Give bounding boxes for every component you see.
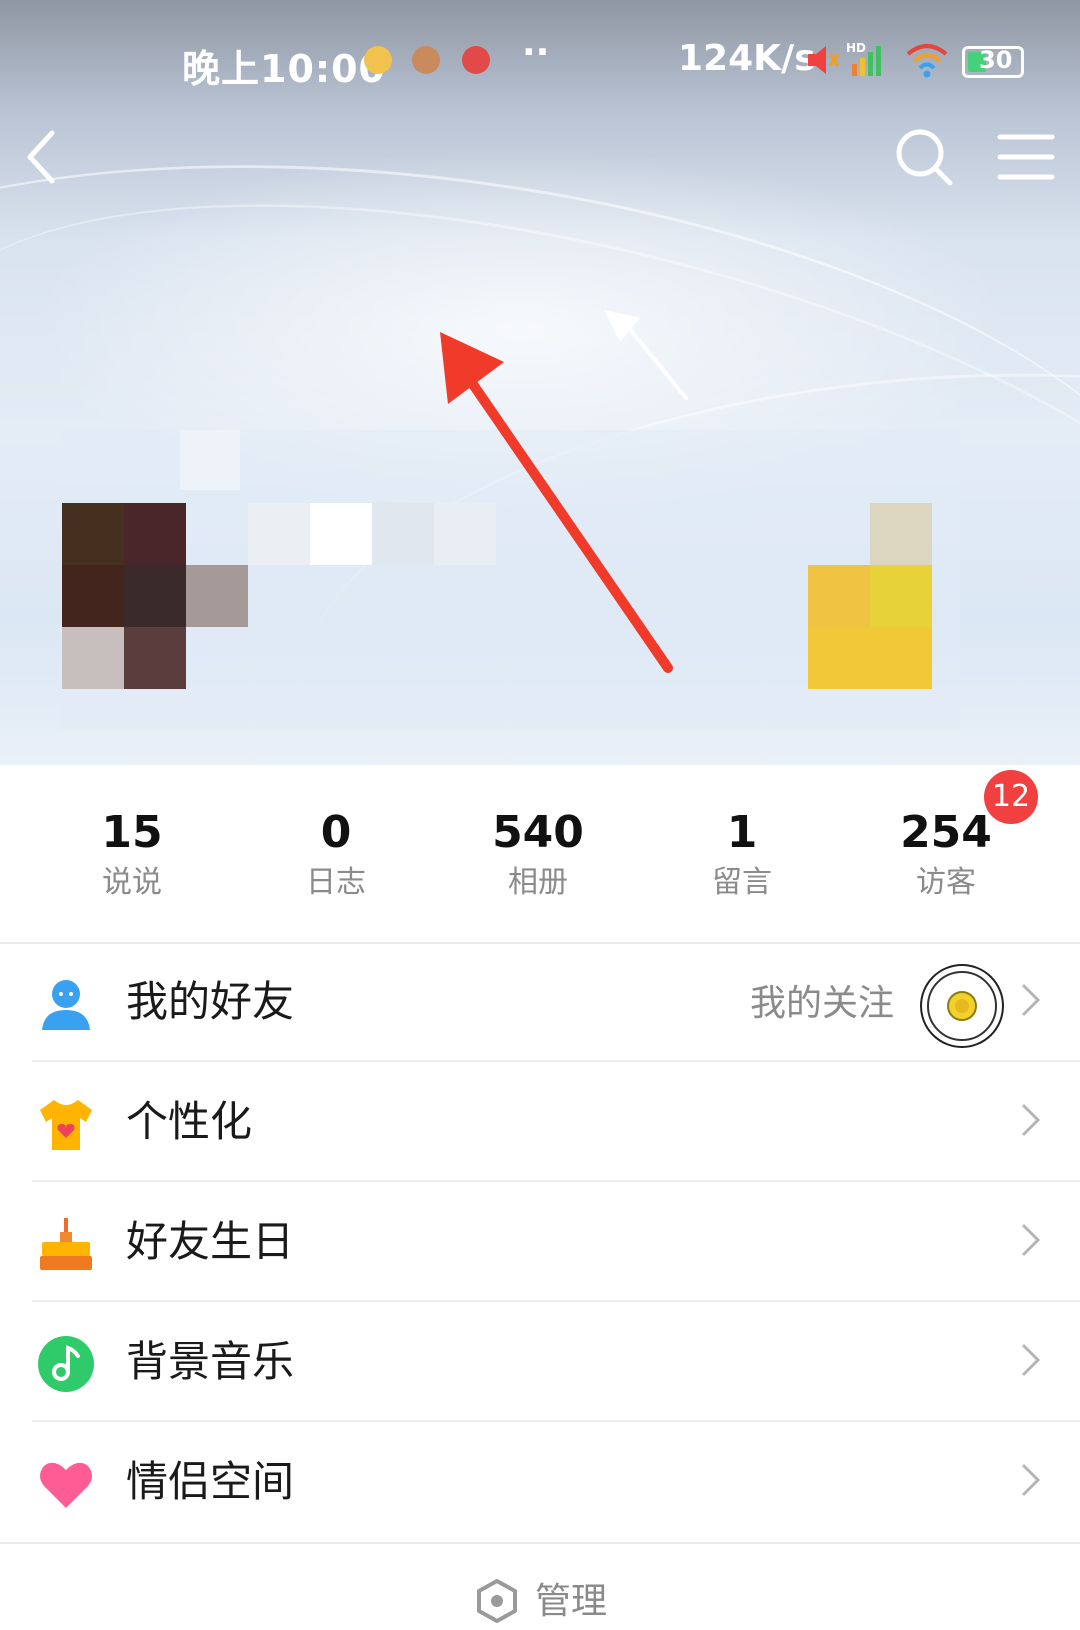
stat-label: 留言 bbox=[712, 865, 772, 900]
visitor-badge: 12 bbox=[984, 770, 1038, 824]
stat-value: 15 bbox=[101, 807, 163, 858]
menu-item-label: 个性化 bbox=[126, 1097, 253, 1146]
row-divider bbox=[32, 1420, 1080, 1422]
stat-value: 1 bbox=[726, 807, 758, 858]
signal-icon: HD bbox=[846, 41, 881, 76]
manage-button[interactable]: 管理 bbox=[0, 1574, 1080, 1623]
stat-liuyan[interactable]: 1 留言 bbox=[652, 805, 832, 905]
stats-bar: 15 说说 0 日志 540 相册 1 留言 254 访客 bbox=[0, 765, 1080, 943]
stat-shuoshuo[interactable]: 15 说说 bbox=[42, 805, 222, 905]
search-button[interactable] bbox=[892, 125, 956, 189]
divider bbox=[0, 1542, 1080, 1544]
menu-item-friends[interactable]: 我的好友 我的关注 bbox=[0, 944, 1080, 1062]
status-time: 晚上10:00 bbox=[182, 47, 386, 91]
row-divider bbox=[32, 1060, 1080, 1062]
app-notification-icon bbox=[364, 46, 392, 74]
mute-icon bbox=[808, 46, 840, 74]
menu-item-birthdays[interactable]: 好友生日 bbox=[0, 1184, 1080, 1302]
battery-level: 30 bbox=[979, 46, 1013, 74]
my-follows-label[interactable]: 我的关注 bbox=[750, 980, 894, 1028]
stat-xiangce[interactable]: 540 相册 bbox=[448, 805, 628, 905]
net-speed: 124K/s bbox=[678, 38, 816, 79]
menu-item-label: 好友生日 bbox=[126, 1217, 295, 1266]
menu-item-personalize[interactable]: 个性化 bbox=[0, 1064, 1080, 1182]
stat-value: 540 bbox=[492, 807, 584, 858]
app-notification-icon bbox=[412, 46, 440, 74]
red-arrow-annotation bbox=[440, 310, 688, 673]
stat-label: 访客 bbox=[916, 865, 976, 900]
app-notification-icon bbox=[462, 46, 490, 74]
stat-value: 0 bbox=[320, 807, 352, 858]
row-divider bbox=[32, 1180, 1080, 1182]
person-icon bbox=[42, 980, 90, 1030]
menu-item-music[interactable]: 背景音乐 bbox=[0, 1304, 1080, 1422]
status-bar: 晚上10:00 ·· 124K/s HD 30 bbox=[0, 32, 1080, 91]
chevron-right-icon bbox=[1022, 1224, 1041, 1256]
music-note-icon bbox=[38, 1336, 94, 1392]
row-divider bbox=[32, 1300, 1080, 1302]
menu-item-couple-space[interactable]: 情侣空间 bbox=[0, 1424, 1080, 1542]
avatar[interactable] bbox=[920, 964, 1004, 1048]
chevron-right-icon bbox=[1022, 1104, 1041, 1136]
sunflower-logo-icon bbox=[927, 971, 997, 1041]
stat-label: 说说 bbox=[102, 865, 162, 900]
chevron-right-icon bbox=[1022, 984, 1041, 1016]
wifi-icon bbox=[906, 44, 948, 78]
cover-banner bbox=[0, 0, 1080, 765]
stat-rizhi[interactable]: 0 日志 bbox=[246, 805, 426, 905]
menu-item-label: 背景音乐 bbox=[126, 1337, 295, 1386]
back-button[interactable] bbox=[14, 125, 78, 189]
settings-hexagon-icon bbox=[477, 1579, 517, 1623]
chevron-right-icon bbox=[1022, 1344, 1041, 1376]
heart-icon bbox=[40, 1462, 92, 1508]
cake-icon bbox=[40, 1218, 92, 1270]
chevron-right-icon bbox=[1022, 1464, 1041, 1496]
more-notifications: ·· bbox=[522, 32, 550, 73]
stat-label: 相册 bbox=[508, 865, 568, 900]
menu-item-label: 我的好友 bbox=[126, 977, 295, 1026]
svg-text:HD: HD bbox=[846, 41, 866, 55]
battery-icon: 30 bbox=[962, 46, 1024, 78]
tshirt-icon bbox=[40, 1100, 92, 1150]
stat-label: 日志 bbox=[306, 865, 366, 900]
menu-button[interactable] bbox=[994, 125, 1058, 189]
menu-item-label: 情侣空间 bbox=[126, 1457, 295, 1506]
